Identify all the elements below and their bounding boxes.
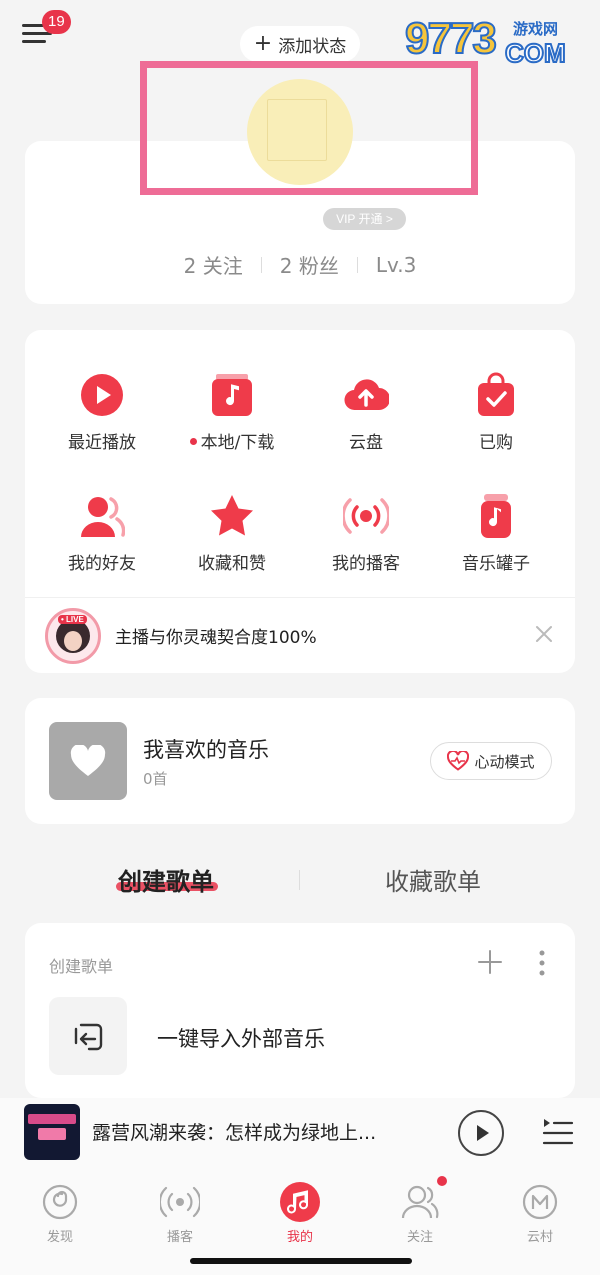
notification-dot <box>437 1176 447 1186</box>
liked-music-cover <box>49 722 127 800</box>
shortcut-local-download[interactable]: 本地/下载 <box>167 372 297 453</box>
import-icon <box>74 1023 103 1051</box>
star-icon <box>211 495 253 536</box>
more-options-icon[interactable] <box>537 949 547 977</box>
shortcut-favorites[interactable]: 收藏和赞 <box>167 493 297 574</box>
play-icon <box>477 1125 489 1141</box>
shortcut-my-podcast[interactable]: 我的播客 <box>301 493 431 574</box>
nav-mine[interactable]: 我的 <box>260 1182 340 1245</box>
live-tag: • LIVE <box>58 615 87 624</box>
section-header: 创建歌单 <box>49 957 114 976</box>
live-banner-text[interactable]: 主播与你灵魂契合度100% <box>115 623 317 648</box>
broadcast-icon <box>343 498 389 534</box>
now-playing-cover <box>24 1104 80 1160</box>
shortcut-grid-card: 最近播放 本地/下载 云盘 已购 我的好友 收藏和赞 我的播客 音乐罐子 • L… <box>25 330 575 673</box>
shortcut-my-friends[interactable]: 我的好友 <box>37 493 167 574</box>
shortcut-label: 云盘 <box>349 433 383 453</box>
nav-label: 发现 <box>46 1230 73 1245</box>
shortcut-label: 收藏和赞 <box>198 554 266 574</box>
shortcut-recent-play[interactable]: 最近播放 <box>37 372 167 453</box>
created-playlists-card: 创建歌单 一键导入外部音乐 <box>25 923 575 1098</box>
watermark-site: 游戏网 <box>513 20 559 38</box>
shopping-bag-icon <box>478 372 514 416</box>
shortcut-label: 音乐罐子 <box>462 554 530 574</box>
home-indicator <box>190 1258 412 1264</box>
friends-icon <box>81 497 125 537</box>
music-jar-icon <box>481 494 511 538</box>
nav-following[interactable]: 关注 <box>380 1182 460 1245</box>
divider <box>25 597 575 598</box>
liked-music-title: 我喜欢的音乐 <box>143 738 269 762</box>
shortcut-label: 最近播放 <box>68 433 136 453</box>
following-icon <box>401 1185 439 1219</box>
now-playing-title: 露营风潮来袭：怎样成为绿地上... <box>92 1122 377 1144</box>
nav-label: 关注 <box>406 1230 433 1245</box>
community-icon <box>522 1184 558 1220</box>
following-count[interactable]: 2 关注 <box>184 250 243 279</box>
liked-music-card[interactable]: 我喜欢的音乐 0首 心动模式 <box>25 698 575 824</box>
stats-divider <box>356 256 358 273</box>
vip-badge[interactable]: VIP 开通 > <box>323 208 406 230</box>
shortcut-cloud-disk[interactable]: 云盘 <box>301 372 431 453</box>
tab-divider <box>299 870 300 890</box>
followers-count[interactable]: 2 粉丝 <box>280 250 339 279</box>
discover-icon <box>42 1184 78 1220</box>
shortcut-music-jar[interactable]: 音乐罐子 <box>431 493 561 574</box>
mini-player[interactable]: 露营风潮来袭：怎样成为绿地上... <box>0 1098 600 1170</box>
live-host-avatar[interactable]: • LIVE <box>45 608 101 664</box>
menu-icon <box>22 24 44 27</box>
nav-label: 云村 <box>526 1230 553 1245</box>
profile-stats: 2 关注 2 粉丝 Lv.3 <box>25 250 575 279</box>
highlight-box <box>140 61 478 195</box>
add-status-label: 添加状态 <box>278 36 347 57</box>
shortcut-label: 我的好友 <box>68 554 136 574</box>
nav-community[interactable]: 云村 <box>500 1182 580 1245</box>
heart-icon <box>70 745 106 776</box>
heartbeat-mode-button[interactable]: 心动模式 <box>430 742 552 780</box>
add-playlist-icon[interactable] <box>477 949 503 975</box>
heartbeat-mode-label: 心动模式 <box>474 752 535 771</box>
play-button[interactable] <box>458 1110 504 1156</box>
shortcut-label: 已购 <box>479 433 513 453</box>
tab-collected-playlists[interactable]: 收藏歌单 <box>385 862 481 897</box>
import-music-label[interactable]: 一键导入外部音乐 <box>157 1023 325 1053</box>
plus-icon: + <box>253 31 273 56</box>
playlist-queue-icon[interactable] <box>540 1115 574 1149</box>
my-music-icon <box>280 1182 320 1222</box>
import-music-icon[interactable] <box>49 997 127 1075</box>
cloud-upload-icon <box>344 379 389 411</box>
new-dot <box>189 437 197 445</box>
podcast-icon <box>160 1186 200 1218</box>
add-status-button[interactable]: + 添加状态 <box>240 26 360 62</box>
play-circle-icon <box>81 374 123 416</box>
notification-badge: 19 <box>42 10 71 34</box>
heartbeat-icon <box>447 751 470 771</box>
tab-created-playlists[interactable]: 创建歌单 <box>118 862 214 897</box>
nav-discover[interactable]: 发现 <box>20 1182 100 1245</box>
watermark-domain: COM <box>504 37 567 69</box>
stats-divider <box>260 256 262 273</box>
liked-music-count: 0首 <box>143 770 168 788</box>
nav-label: 我的 <box>286 1230 313 1245</box>
user-level[interactable]: Lv.3 <box>376 253 417 277</box>
close-icon[interactable] <box>533 623 555 645</box>
watermark-number: 9773 <box>404 13 498 64</box>
nav-label: 播客 <box>166 1230 193 1245</box>
shortcut-purchased[interactable]: 已购 <box>431 372 561 453</box>
shortcut-label: 本地/下载 <box>200 433 275 453</box>
shortcut-label: 我的播客 <box>332 554 400 574</box>
nav-podcast[interactable]: 播客 <box>140 1182 220 1245</box>
music-folder-icon <box>212 374 252 416</box>
